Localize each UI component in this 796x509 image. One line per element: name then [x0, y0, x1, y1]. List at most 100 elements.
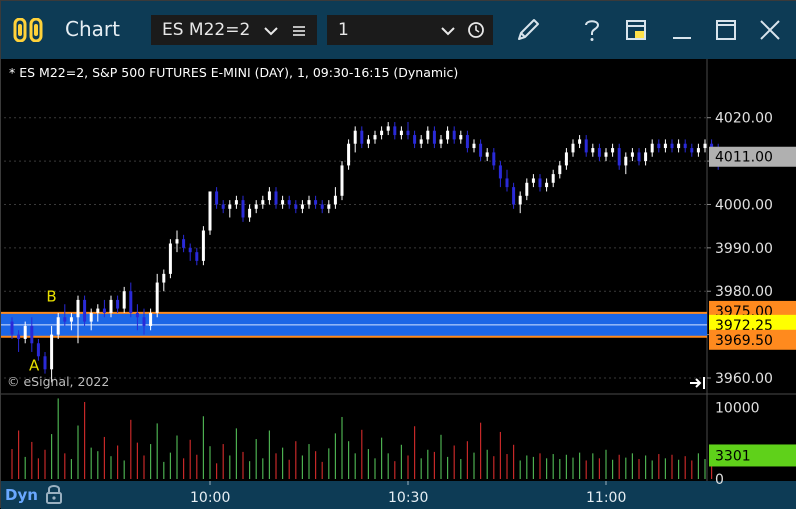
candle-body[interactable] [512, 187, 516, 205]
candle-body[interactable] [188, 247, 192, 253]
candle-body[interactable] [611, 148, 615, 153]
candle-body[interactable] [432, 130, 436, 144]
candle-body[interactable] [314, 200, 318, 205]
candle-body[interactable] [155, 282, 159, 313]
candle-body[interactable] [683, 143, 687, 149]
candle-body[interactable] [221, 204, 225, 209]
candle-body[interactable] [670, 143, 674, 149]
candle-body[interactable] [129, 291, 133, 313]
candle-body[interactable] [43, 356, 47, 370]
candle-body[interactable] [142, 317, 146, 326]
candle-body[interactable] [63, 317, 67, 322]
candle-body[interactable] [624, 156, 628, 166]
candle-body[interactable] [591, 148, 595, 153]
candle-body[interactable] [23, 325, 27, 339]
candle-body[interactable] [327, 204, 331, 209]
candle-body[interactable] [386, 126, 390, 131]
candle-body[interactable] [69, 317, 73, 322]
candle-body[interactable] [485, 152, 489, 157]
candle-body[interactable] [83, 299, 87, 322]
candle-body[interactable] [677, 143, 681, 149]
candle-body[interactable] [545, 182, 549, 188]
candle-body[interactable] [452, 130, 456, 140]
candle-body[interactable] [498, 165, 502, 179]
jump-to-end-icon[interactable] [689, 375, 707, 394]
candle-body[interactable] [208, 191, 212, 231]
candle-body[interactable] [571, 143, 575, 153]
candle-body[interactable] [307, 200, 311, 205]
candle-body[interactable] [637, 152, 641, 162]
candle-body[interactable] [287, 200, 291, 205]
candle-body[interactable] [89, 312, 93, 322]
candle-body[interactable] [215, 191, 219, 205]
candle-body[interactable] [419, 139, 423, 144]
candle-body[interactable] [333, 195, 337, 205]
candle-body[interactable] [564, 152, 568, 166]
candle-body[interactable] [201, 230, 205, 261]
candle-body[interactable] [267, 191, 271, 201]
candle-body[interactable] [578, 139, 582, 144]
candle-body[interactable] [406, 130, 410, 136]
candle-body[interactable] [479, 143, 483, 157]
candle-body[interactable] [281, 200, 285, 205]
candle-body[interactable] [162, 273, 166, 283]
candle-body[interactable] [703, 143, 707, 149]
candle-body[interactable] [551, 174, 555, 183]
candle-body[interactable] [102, 308, 106, 313]
candle-body[interactable] [353, 130, 357, 144]
candle-body[interactable] [300, 204, 304, 209]
candle-body[interactable] [505, 178, 509, 188]
candle-body[interactable] [360, 130, 364, 144]
candle-body[interactable] [518, 195, 522, 205]
candle-body[interactable] [439, 139, 443, 144]
candle-body[interactable] [650, 143, 654, 153]
candle-body[interactable] [228, 204, 232, 209]
candle-body[interactable] [584, 139, 588, 153]
candle-body[interactable] [182, 239, 186, 248]
candle-body[interactable] [274, 191, 278, 205]
candle-body[interactable] [241, 200, 245, 218]
dynamic-mode-label[interactable]: Dyn [5, 486, 38, 504]
candle-body[interactable] [168, 243, 172, 274]
candle-body[interactable] [558, 165, 562, 175]
candle-body[interactable] [426, 130, 430, 140]
candle-body[interactable] [149, 312, 153, 326]
candle-body[interactable] [248, 208, 252, 218]
candle-body[interactable] [604, 152, 608, 157]
candle-body[interactable] [347, 143, 351, 166]
candle-body[interactable] [17, 334, 21, 339]
candle-body[interactable] [446, 130, 450, 140]
candle-body[interactable] [630, 152, 634, 157]
candle-body[interactable] [366, 139, 370, 144]
candle-body[interactable] [657, 143, 661, 149]
candle-body[interactable] [531, 178, 535, 183]
candle-body[interactable] [459, 135, 463, 140]
candle-body[interactable] [195, 252, 199, 261]
candle-body[interactable] [538, 178, 542, 188]
candle-body[interactable] [617, 148, 621, 166]
candle-body[interactable] [261, 200, 265, 205]
candle-body[interactable] [56, 317, 60, 335]
candle-body[interactable] [234, 200, 238, 205]
candle-body[interactable] [644, 152, 648, 162]
candle-body[interactable] [122, 291, 126, 309]
candle-body[interactable] [320, 204, 324, 209]
candle-body[interactable] [465, 135, 469, 149]
candle-body[interactable] [76, 299, 80, 318]
candle-body[interactable] [254, 204, 258, 209]
candle-body[interactable] [399, 130, 403, 136]
candle-body[interactable] [492, 152, 496, 166]
candle-body[interactable] [525, 182, 529, 196]
candle-body[interactable] [690, 148, 694, 153]
candle-body[interactable] [10, 321, 14, 335]
lock-icon[interactable] [44, 483, 64, 509]
candle-body[interactable] [597, 148, 601, 157]
candle-body[interactable] [393, 126, 397, 136]
candle-body[interactable] [472, 143, 476, 149]
candle-body[interactable] [50, 334, 54, 370]
candle-body[interactable] [340, 165, 344, 196]
candle-body[interactable] [116, 299, 120, 309]
candle-body[interactable] [696, 148, 700, 153]
candle-body[interactable] [663, 143, 667, 149]
candle-body[interactable] [294, 204, 298, 209]
